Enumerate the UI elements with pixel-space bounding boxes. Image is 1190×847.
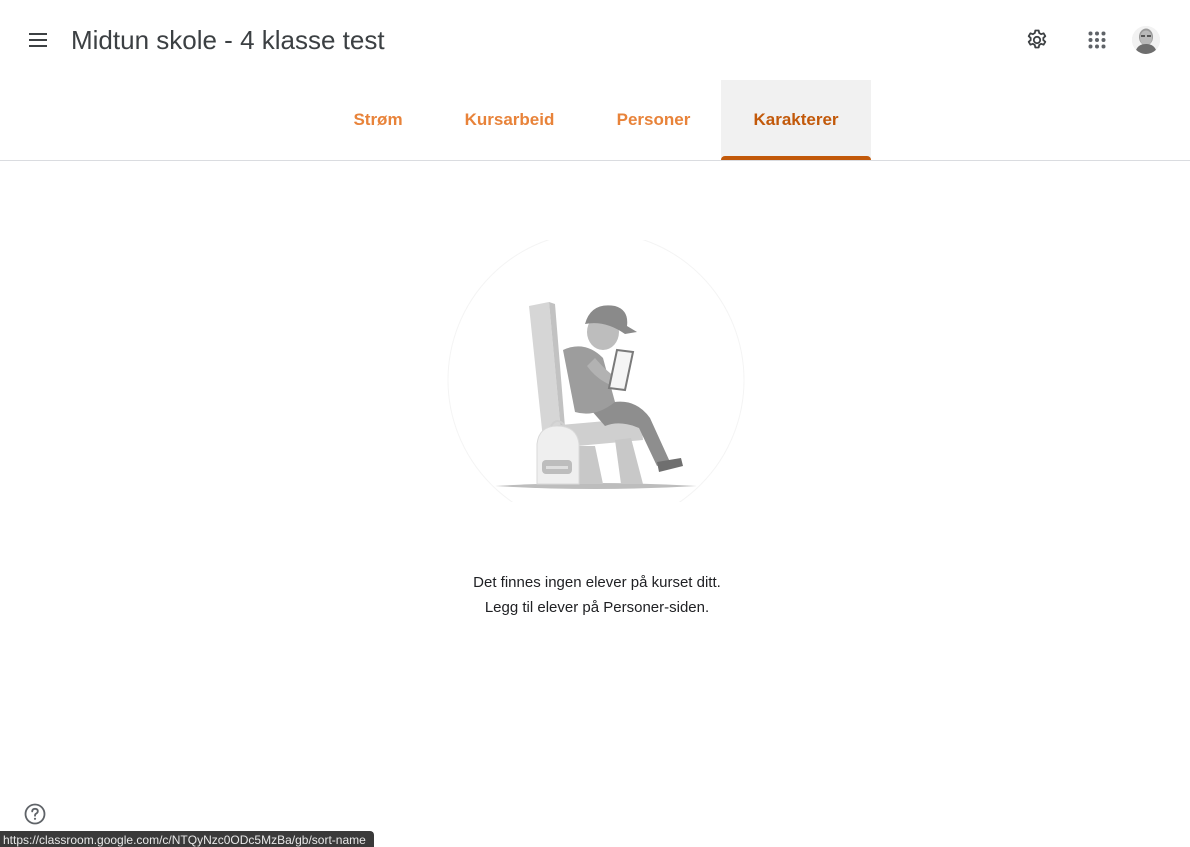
account-avatar-button[interactable] <box>1132 26 1160 54</box>
tab-stream[interactable]: Strøm <box>330 80 426 160</box>
class-tabs: Strøm Kursarbeid Personer Karakterer <box>0 80 1190 161</box>
top-app-bar: Midtun skole - 4 klasse test <box>0 0 1190 80</box>
main-menu-button[interactable] <box>21 22 57 58</box>
empty-state-line-2: Legg til elever på Personer-siden. <box>484 599 710 616</box>
class-settings-button[interactable] <box>1017 20 1057 60</box>
google-apps-button[interactable] <box>1077 20 1117 60</box>
help-circle-icon <box>24 803 46 825</box>
empty-state-message: Det finnes ingen elever på kurset ditt. … <box>0 570 1190 620</box>
link-status-url: https://classroom.google.com/c/NTQyNzc0O… <box>0 831 374 847</box>
empty-state-illustration <box>447 240 745 502</box>
tab-people[interactable]: Personer <box>596 80 711 160</box>
tab-grades[interactable]: Karakterer <box>721 80 871 160</box>
course-title[interactable]: Midtun skole - 4 klasse test <box>71 22 385 58</box>
empty-state-line-1: Det finnes ingen elever på kurset ditt. <box>473 574 721 591</box>
classroom-app: Midtun skole - 4 klasse test Strøm Kursa… <box>0 0 1190 847</box>
tab-classwork[interactable]: Kursarbeid <box>440 80 579 160</box>
gear-icon <box>1027 29 1047 49</box>
apps-grid-icon <box>1088 31 1106 49</box>
hamburger-menu-icon <box>29 33 47 47</box>
help-button[interactable] <box>22 801 48 827</box>
user-avatar <box>1132 26 1160 54</box>
